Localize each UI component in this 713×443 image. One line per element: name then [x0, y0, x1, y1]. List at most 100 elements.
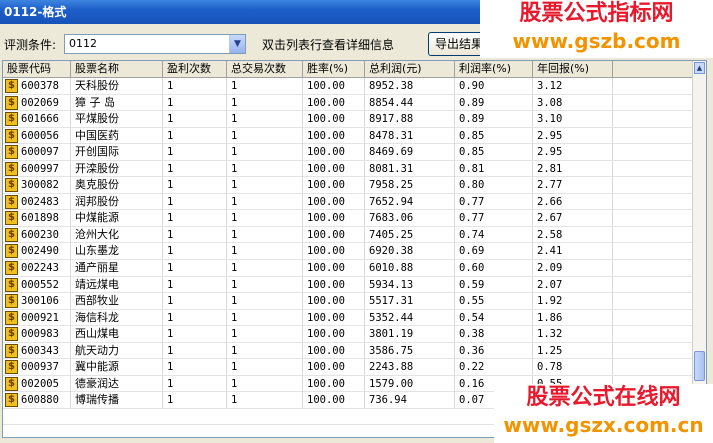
col-winrate-cell: 100.00 [303, 392, 365, 409]
col-code-cell: $002069 [3, 94, 71, 111]
table-row[interactable]: $000921 海信科龙 1 1 100.00 5352.44 0.54 1.86 [3, 309, 693, 327]
header-col-code[interactable]: 股票代码 [3, 61, 71, 78]
col-winrate-cell: 100.00 [303, 293, 365, 310]
col-code-cell: $000983 [3, 326, 71, 343]
dollar-icon: $ [5, 161, 18, 176]
table-row[interactable]: $600378 天科股份 1 1 100.00 8952.38 0.90 3.12 [3, 78, 693, 95]
col-winrate-cell: 100.00 [303, 127, 365, 144]
table-row[interactable]: $000983 西山煤电 1 1 100.00 3801.19 0.38 1.32 [3, 326, 693, 343]
stock-code: 300082 [21, 179, 59, 192]
col-winrate-cell: 100.00 [303, 359, 365, 376]
stock-code: 600230 [21, 228, 59, 241]
table-row[interactable]: $600343 航天动力 1 1 100.00 3586.75 0.36 1.25 [3, 342, 693, 360]
col-profit-cell: 3586.75 [365, 342, 455, 359]
table-row[interactable]: $000552 靖远煤电 1 1 100.00 5934.13 0.59 2.07 [3, 276, 693, 294]
col-wins-cell: 1 [163, 94, 227, 111]
col-annual-cell: 1.32 [533, 326, 613, 343]
table-row[interactable]: $600056 中国医药 1 1 100.00 8478.31 0.85 2.95 [3, 127, 693, 145]
dollar-icon: $ [5, 128, 18, 143]
col-name-cell: 西山煤电 [71, 326, 163, 343]
scroll-up-icon[interactable]: ▲ [694, 62, 705, 74]
dollar-icon: $ [5, 145, 18, 160]
col-margin-cell: 0.89 [455, 94, 533, 111]
header-col-margin[interactable]: 利润率(%) [455, 61, 533, 78]
col-annual-cell: 3.10 [533, 111, 613, 128]
col-winrate-cell: 100.00 [303, 144, 365, 161]
dollar-icon: $ [5, 79, 18, 93]
table-row[interactable]: $000937 冀中能源 1 1 100.00 2243.88 0.22 0.78 [3, 359, 693, 376]
col-code-cell: $002005 [3, 375, 71, 392]
dollar-icon: $ [5, 327, 18, 342]
col-trades-cell: 1 [227, 276, 303, 293]
col-annual-cell: 2.81 [533, 160, 613, 177]
scroll-thumb[interactable] [694, 351, 705, 381]
col-trades-cell: 1 [227, 94, 303, 111]
col-profit-cell: 3801.19 [365, 326, 455, 343]
col-winrate-cell: 100.00 [303, 260, 365, 277]
header-col-winrate[interactable]: 胜率(%) [303, 61, 365, 78]
col-name-cell: 海信科龙 [71, 309, 163, 326]
chevron-down-icon[interactable]: ▼ [229, 35, 245, 53]
col-wins-cell: 1 [163, 78, 227, 94]
hint-text: 双击列表行查看详细信息 [262, 38, 395, 52]
table-row[interactable]: $600997 开滦股份 1 1 100.00 8081.31 0.81 2.81 [3, 160, 693, 178]
col-name-cell: 山东墨龙 [71, 243, 163, 260]
col-trades-cell: 1 [227, 78, 303, 94]
table-row[interactable]: $002490 山东墨龙 1 1 100.00 6920.38 0.69 2.41 [3, 243, 693, 261]
watermark-bottom-title: 股票公式在线网 [526, 385, 681, 410]
header-col-wins[interactable]: 盈利次数 [163, 61, 227, 78]
col-wins-cell: 1 [163, 392, 227, 409]
col-name-cell: 平煤股份 [71, 111, 163, 128]
col-code-cell: $002490 [3, 243, 71, 260]
col-annual-cell: 2.09 [533, 260, 613, 277]
vertical-scrollbar[interactable]: ▲ ▼ [692, 61, 706, 437]
header-col-name[interactable]: 股票名称 [71, 61, 163, 78]
table-row[interactable]: $002483 润邦股份 1 1 100.00 7652.94 0.77 2.66 [3, 193, 693, 211]
table-row[interactable]: $300106 西部牧业 1 1 100.00 5517.31 0.55 1.92 [3, 293, 693, 310]
col-margin-cell: 0.59 [455, 276, 533, 293]
col-margin-cell: 0.74 [455, 226, 533, 243]
stock-code: 601666 [21, 113, 59, 126]
col-margin-cell: 0.77 [455, 210, 533, 227]
col-profit-cell: 2243.88 [365, 359, 455, 376]
col-margin-cell: 0.77 [455, 193, 533, 210]
col-trades-cell: 1 [227, 210, 303, 227]
stock-code: 600880 [21, 394, 59, 407]
col-name-cell: 天科股份 [71, 78, 163, 94]
col-trades-cell: 1 [227, 293, 303, 310]
dollar-icon: $ [5, 211, 18, 226]
col-profit-cell: 8469.69 [365, 144, 455, 161]
header-col-annual[interactable]: 年回报(%) [533, 61, 613, 78]
header-col-trades[interactable]: 总交易次数 [227, 61, 303, 78]
table-row[interactable]: $002243 通产丽星 1 1 100.00 6010.88 0.60 2.09 [3, 260, 693, 277]
dollar-icon: $ [5, 343, 18, 358]
col-trades-cell: 1 [227, 392, 303, 409]
dollar-icon: $ [5, 393, 18, 408]
col-margin-cell: 0.38 [455, 326, 533, 343]
stock-code: 000983 [21, 328, 59, 341]
col-trades-cell: 1 [227, 309, 303, 326]
col-annual-cell: 2.66 [533, 193, 613, 210]
col-winrate-cell: 100.00 [303, 160, 365, 177]
header-col-profit[interactable]: 总利润(元) [365, 61, 455, 78]
col-annual-cell: 1.86 [533, 309, 613, 326]
col-wins-cell: 1 [163, 160, 227, 177]
table-row[interactable]: $601898 中煤能源 1 1 100.00 7683.06 0.77 2.67 [3, 210, 693, 227]
dollar-icon: $ [5, 310, 18, 325]
col-wins-cell: 1 [163, 111, 227, 128]
dollar-icon: $ [5, 194, 18, 209]
table-row[interactable]: $002069 獐 子 岛 1 1 100.00 8854.44 0.89 3.08 [3, 94, 693, 112]
col-code-cell: $600056 [3, 127, 71, 144]
table-row[interactable]: $600230 沧州大化 1 1 100.00 7405.25 0.74 2.58 [3, 226, 693, 244]
col-winrate-cell: 100.00 [303, 309, 365, 326]
table-row[interactable]: $601666 平煤股份 1 1 100.00 8917.88 0.89 3.10 [3, 111, 693, 128]
col-trades-cell: 1 [227, 342, 303, 359]
table-row[interactable]: $300082 奥克股份 1 1 100.00 7958.25 0.80 2.77 [3, 177, 693, 194]
table-row[interactable]: $600097 开创国际 1 1 100.00 8469.69 0.85 2.95 [3, 144, 693, 161]
watermark-bottom-url: www.gszx.com.cn [503, 413, 704, 437]
col-profit-cell: 6920.38 [365, 243, 455, 260]
col-wins-cell: 1 [163, 359, 227, 376]
condition-select[interactable]: 0112 ▼ [64, 34, 246, 54]
col-name-cell: 冀中能源 [71, 359, 163, 376]
col-trades-cell: 1 [227, 111, 303, 128]
